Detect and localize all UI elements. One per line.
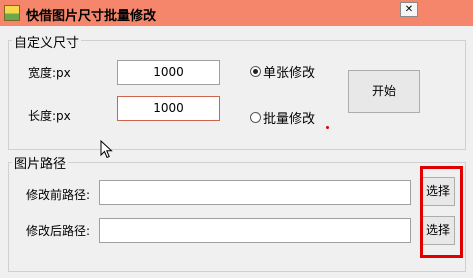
- before-path-label: 修改前路径:: [26, 188, 91, 202]
- red-dot-marker: [326, 126, 329, 129]
- app-icon: [4, 5, 20, 21]
- radio-batch-label: 批量修改: [263, 112, 316, 127]
- window-title: 快借图片尺寸批量修改: [26, 9, 157, 24]
- length-label: 长度:px: [28, 109, 71, 123]
- length-input[interactable]: 1000: [117, 96, 220, 121]
- custom-size-group-title: 自定义尺寸: [12, 32, 82, 51]
- after-path-input[interactable]: [99, 218, 411, 243]
- highlight-box: [420, 166, 463, 258]
- close-button[interactable]: ✕: [400, 2, 418, 17]
- width-input[interactable]: 1000: [117, 60, 220, 85]
- width-label: 宽度:px: [28, 66, 71, 80]
- after-path-label: 修改后路径:: [26, 224, 91, 238]
- image-path-group: [8, 162, 466, 272]
- mouse-cursor-icon: [100, 140, 113, 159]
- image-path-group-title: 图片路径: [12, 153, 69, 172]
- before-path-input[interactable]: [99, 180, 411, 205]
- radio-single-edit[interactable]: 单张修改: [250, 62, 315, 81]
- radio-batch-edit[interactable]: 批量修改: [250, 108, 315, 127]
- start-button[interactable]: 开始: [348, 70, 420, 113]
- title-bar: 快借图片尺寸批量修改 ✕: [0, 0, 473, 26]
- radio-single-indicator[interactable]: [250, 66, 261, 77]
- radio-batch-indicator[interactable]: [250, 112, 261, 123]
- radio-single-label: 单张修改: [263, 66, 316, 81]
